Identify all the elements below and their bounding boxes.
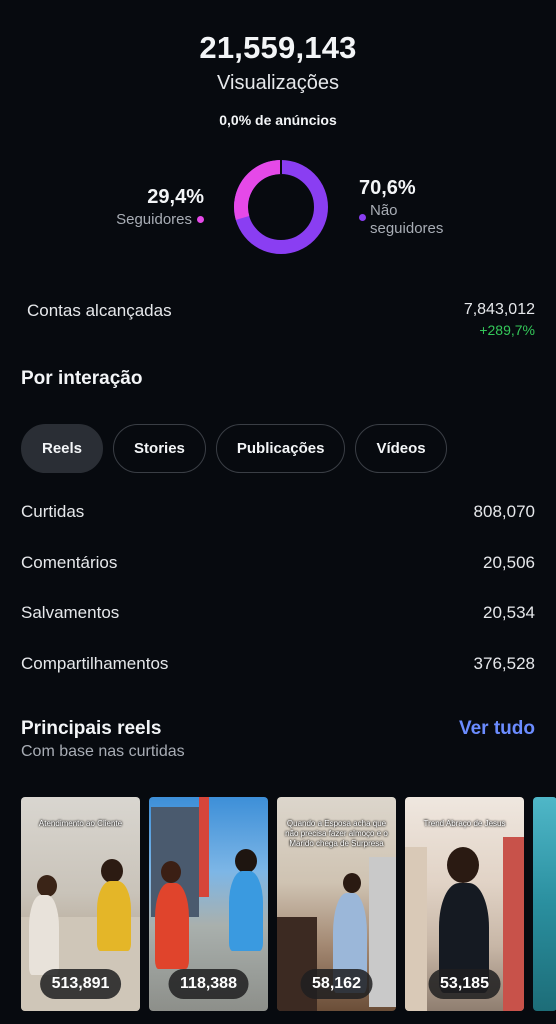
accounts-reached-change: +289,7% [479, 322, 535, 338]
metric-value: 808,070 [473, 502, 535, 521]
accounts-reached-label: Contas alcançadas [27, 301, 172, 320]
tab-reels[interactable]: Reels [21, 424, 104, 473]
metric-label: Salvamentos [21, 603, 120, 622]
metric-value: 20,534 [483, 603, 535, 622]
metric-comments: Comentários 20,506 [21, 553, 535, 604]
ads-percentage: 0,0% de anúncios [219, 112, 337, 128]
followers-share: 29,4% Seguidores [116, 186, 204, 228]
audience-donut-chart [234, 160, 328, 254]
non-followers-share: 70,6% Não seguidores [359, 177, 460, 238]
followers-legend-dot [197, 216, 204, 223]
non-followers-label: Não seguidores [370, 202, 444, 237]
reel-thumbnail[interactable]: 118,388 [149, 797, 268, 1011]
metric-label: Compartilhamentos [21, 653, 169, 673]
reel-like-count: 53,185 [428, 969, 501, 999]
metric-label: Comentários [21, 552, 118, 572]
reel-like-count: 513,891 [39, 969, 122, 999]
metric-saves: Salvamentos 20,534 [21, 603, 535, 654]
non-followers-percent: 70,6% [359, 177, 416, 199]
tab-videos[interactable]: Vídeos [355, 424, 447, 473]
metric-value: 376,528 [473, 653, 535, 673]
insights-screen: 21,559,143 Visualizações 0,0% de anúncio… [0, 0, 556, 1024]
metric-shares: Compartilhamentos 376,528 [21, 654, 535, 705]
views-count: 21,559,143 [199, 30, 357, 65]
views-label: Visualizações [217, 72, 339, 94]
reel-like-count: 58,162 [300, 969, 373, 999]
top-reels-subtitle: Com base nas curtidas [21, 743, 185, 760]
reel-caption: Quando a Esposa acha que não precisa faz… [285, 819, 388, 848]
reel-caption: Atendimento ao Cliente [38, 819, 123, 828]
reel-like-count: 118,388 [168, 969, 249, 999]
metric-label: Curtidas [21, 502, 85, 521]
interaction-metrics: Curtidas 808,070 Comentários 20,506 Salv… [21, 502, 535, 704]
accounts-reached-value: 7,843,012 [463, 301, 535, 318]
top-reels-title: Principais reels [21, 718, 162, 739]
top-reels-carousel: Atendimento ao Cliente 513,891 118,388 Q… [21, 797, 556, 1011]
reel-thumbnail[interactable]: Quando a Esposa acha que não precisa faz… [277, 797, 396, 1011]
non-followers-legend-dot [359, 214, 366, 221]
metric-value: 20,506 [483, 552, 535, 572]
tab-stories[interactable]: Stories [113, 424, 206, 473]
reel-thumbnail[interactable]: Trend Abraço de Jesus 53,185 [405, 797, 524, 1011]
interaction-section-title: Por interação [21, 368, 143, 389]
see-all-link[interactable]: Ver tudo [459, 718, 535, 740]
followers-percent: 29,4% [147, 186, 204, 208]
content-type-tabs: Reels Stories Publicações Vídeos [21, 424, 447, 473]
metric-likes: Curtidas 808,070 [21, 502, 535, 553]
reel-caption: Trend Abraço de Jesus [423, 819, 506, 828]
reel-thumbnail[interactable]: Atendimento ao Cliente 513,891 [21, 797, 140, 1011]
followers-label: Seguidores [116, 211, 192, 228]
reel-thumbnail-partial[interactable] [533, 797, 556, 1011]
tab-posts[interactable]: Publicações [215, 424, 346, 473]
